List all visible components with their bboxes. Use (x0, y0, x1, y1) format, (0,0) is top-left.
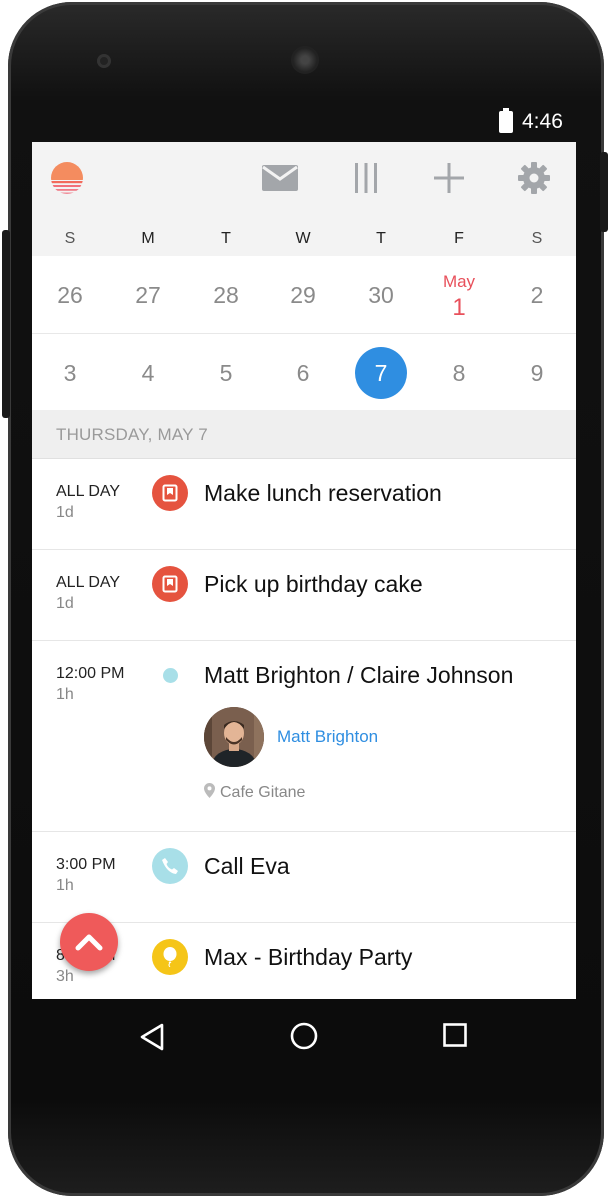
agenda-event[interactable]: ALL DAY 1d Pick up birthday cake (32, 550, 576, 641)
avatar[interactable] (204, 707, 264, 767)
agenda-event[interactable]: ALL DAY 1d Make lunch reservation (32, 459, 576, 550)
event-title: Make lunch reservation (204, 480, 442, 506)
sunrise-logo-icon (50, 161, 84, 195)
calendar-day[interactable]: 30 (351, 256, 411, 333)
app-toolbar (32, 142, 576, 218)
agenda-event[interactable]: 3:00 PM 1h Call Eva (32, 832, 576, 923)
calendar-day[interactable]: 26 (40, 256, 100, 333)
calendar-day[interactable]: 6 (273, 334, 333, 411)
calendar-day[interactable]: 8 (429, 334, 489, 411)
day-number: 1 (452, 294, 466, 321)
reminder-icon (152, 475, 188, 511)
weekday-label: T (376, 230, 386, 247)
calendar-day[interactable]: 29 (273, 256, 333, 333)
agenda-day-header: THURSDAY, MAY 7 (32, 410, 576, 459)
event-duration: 1h (56, 686, 74, 703)
calendar-day[interactable]: 5 (196, 334, 256, 411)
add-icon[interactable] (431, 160, 467, 196)
event-time: ALL DAY (56, 483, 121, 500)
location-pin-icon (204, 783, 215, 798)
event-title: Max - Birthday Party (204, 944, 413, 970)
calendar-day[interactable]: 27 (118, 256, 178, 333)
status-time: 4:46 (522, 110, 563, 133)
event-location: Cafe Gitane (204, 783, 305, 802)
event-time: 12:00 PM (56, 665, 125, 682)
calendar-day[interactable]: 4 (118, 334, 178, 411)
app-screen: S M T W T F S 26 27 28 29 30 May 1 2 3 4… (32, 142, 576, 999)
weekday-label: W (295, 230, 311, 247)
location-label: Cafe Gitane (220, 784, 306, 801)
scroll-up-button[interactable] (60, 913, 118, 971)
weekday-label: S (64, 230, 76, 247)
month-label: May (442, 272, 476, 291)
event-duration: 1d (56, 595, 74, 612)
earpiece-speaker (291, 46, 319, 74)
calendar-day[interactable]: 9 (507, 334, 567, 411)
volume-button (2, 230, 10, 418)
event-duration: 3h (56, 968, 74, 985)
phone-icon (152, 848, 188, 884)
columns-icon[interactable] (348, 160, 384, 196)
calendar-day-selected[interactable]: 7 (351, 334, 411, 411)
weekday-label: F (454, 230, 464, 247)
attendee-name[interactable]: Matt Brighton (277, 727, 378, 747)
weekday-label: T (221, 230, 231, 247)
recents-icon[interactable] (443, 1023, 467, 1047)
agenda-event[interactable]: 12:00 PM 1h Matt Brighton / Claire Johns… (32, 641, 576, 832)
battery-icon (499, 108, 513, 133)
weekday-label: S (531, 230, 543, 247)
selected-day-marker: 7 (355, 347, 407, 399)
mail-icon[interactable] (262, 160, 298, 196)
balloon-icon (152, 939, 188, 975)
event-title: Matt Brighton / Claire Johnson (204, 662, 514, 688)
chevron-up-icon (75, 934, 103, 951)
home-icon[interactable] (290, 1022, 318, 1050)
event-duration: 1h (56, 877, 74, 894)
settings-icon[interactable] (516, 160, 552, 196)
event-duration: 1d (56, 504, 74, 521)
status-bar: 4:46 (32, 104, 576, 142)
calendar-day[interactable]: 3 (40, 334, 100, 411)
event-title: Pick up birthday cake (204, 571, 423, 597)
agenda-date-label: THURSDAY, MAY 7 (56, 425, 208, 444)
event-title: Call Eva (204, 853, 290, 879)
front-camera (97, 54, 111, 68)
event-time: 3:00 PM (56, 856, 116, 873)
event-time: ALL DAY (56, 574, 121, 591)
calendar-week-row: 26 27 28 29 30 May 1 2 (32, 256, 576, 334)
navigation-bar (32, 999, 576, 1075)
reminder-icon (152, 566, 188, 602)
weekday-label: M (141, 230, 155, 247)
event-dot-icon (163, 668, 178, 683)
power-button (600, 152, 608, 232)
calendar-week-row: 3 4 5 6 7 8 9 (32, 334, 576, 412)
calendar-day-month-start[interactable]: May 1 (429, 256, 489, 333)
calendar-day[interactable]: 28 (196, 256, 256, 333)
back-icon[interactable] (139, 1023, 165, 1051)
calendar-day[interactable]: 2 (507, 256, 567, 333)
weekday-header: S M T W T F S (32, 218, 576, 257)
